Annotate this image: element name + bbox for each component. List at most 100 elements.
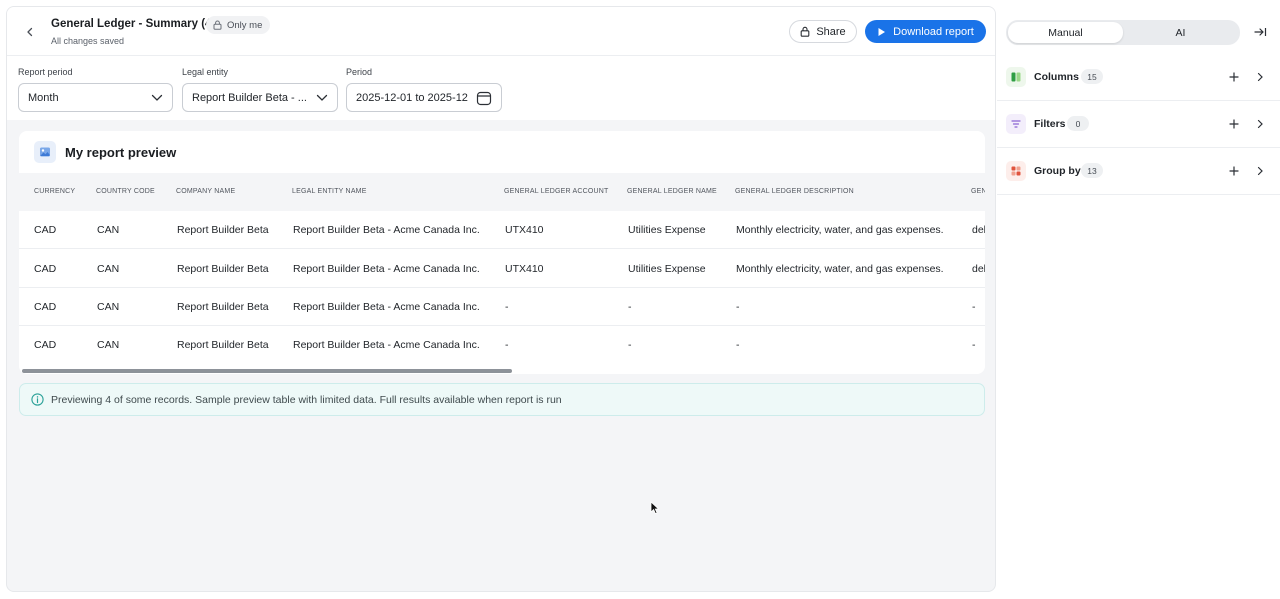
lock-icon xyxy=(213,20,222,30)
preview-table: CURRENCY COUNTRY CODE COMPANY NAME LEGAL… xyxy=(19,173,985,373)
table-cell: del xyxy=(972,263,985,275)
table-cell: UTX410 xyxy=(505,224,544,236)
table-cell: Report Builder Beta xyxy=(177,301,269,313)
table-row[interactable]: CAD CAN Report Builder Beta Report Build… xyxy=(19,250,985,288)
table-cell: Report Builder Beta - Acme Canada Inc. xyxy=(293,301,480,313)
column-header[interactable]: GENERAL LEDGER NAME xyxy=(627,173,717,211)
column-header[interactable]: COMPANY NAME xyxy=(176,173,235,211)
group-by-section[interactable]: Group by 13 xyxy=(997,148,1280,195)
column-header[interactable]: COUNTRY CODE xyxy=(96,173,155,211)
period-date-range-input[interactable]: 2025-12-01 to 2025-12- xyxy=(346,83,502,112)
table-cell: Report Builder Beta xyxy=(177,339,269,351)
preview-info-banner: Previewing 4 of some records. Sample pre… xyxy=(19,383,985,416)
filters-count-badge: 0 xyxy=(1067,116,1089,131)
chevron-left-icon xyxy=(27,27,33,37)
chevron-right-icon[interactable] xyxy=(1254,164,1266,178)
add-filter-icon[interactable] xyxy=(1227,117,1241,131)
table-cell: - xyxy=(972,301,976,313)
mouse-cursor-icon xyxy=(650,501,660,515)
table-row[interactable]: CAD CAN Report Builder Beta Report Build… xyxy=(19,288,985,326)
columns-section[interactable]: Columns 15 xyxy=(997,54,1280,101)
table-cell: Report Builder Beta - Acme Canada Inc. xyxy=(293,263,480,275)
mode-ai-tab[interactable]: AI xyxy=(1123,22,1238,43)
table-cell: Utilities Expense xyxy=(628,263,706,275)
privacy-label: Only me xyxy=(227,19,263,31)
back-button[interactable] xyxy=(19,21,41,43)
report-period-label: Report period xyxy=(18,67,73,77)
table-cell: CAD xyxy=(34,263,57,275)
chevron-right-icon[interactable] xyxy=(1254,117,1266,131)
table-cell: CAN xyxy=(97,301,120,313)
table-cell: - xyxy=(505,301,509,313)
table-row[interactable]: CAD CAN Report Builder Beta Report Build… xyxy=(19,211,985,249)
table-cell: - xyxy=(628,339,632,351)
preview-info-text: Previewing 4 of some records. Sample pre… xyxy=(51,393,562,406)
table-cell: UTX410 xyxy=(505,263,544,275)
group-by-count-badge: 13 xyxy=(1081,163,1103,178)
share-button[interactable]: Share xyxy=(789,20,857,43)
column-header[interactable]: GEN xyxy=(971,173,985,211)
report-period-field: Report period Month xyxy=(18,67,173,112)
column-header[interactable]: LEGAL ENTITY NAME xyxy=(292,173,367,211)
preview-icon xyxy=(34,141,56,163)
table-cell: Monthly electricity, water, and gas expe… xyxy=(736,263,944,275)
table-cell: CAD xyxy=(34,301,57,313)
chevron-right-icon[interactable] xyxy=(1254,70,1266,84)
table-row[interactable]: CAD CAN Report Builder Beta Report Build… xyxy=(19,326,985,364)
share-label: Share xyxy=(816,25,846,38)
report-editor: General Ledger - Summary (4) Only me All… xyxy=(6,6,996,592)
filter-icon xyxy=(1006,114,1026,134)
privacy-badge[interactable]: Only me xyxy=(206,16,271,34)
mode-toggle: Manual AI xyxy=(1006,20,1240,45)
filter-bar: Report period Month Legal entity Report … xyxy=(7,56,995,120)
table-cell: CAN xyxy=(97,224,120,236)
chevron-down-icon xyxy=(151,94,163,101)
table-cell: CAN xyxy=(97,339,120,351)
period-value: 2025-12-01 to 2025-12- xyxy=(356,91,468,104)
legal-entity-value: Report Builder Beta - ... xyxy=(192,91,307,104)
table-cell: - xyxy=(736,339,740,351)
filters-section[interactable]: Filters 0 xyxy=(997,101,1280,148)
horizontal-scrollbar[interactable] xyxy=(19,369,985,373)
columns-label: Columns xyxy=(1034,71,1079,83)
info-icon xyxy=(31,393,44,406)
column-header[interactable]: GENERAL LEDGER ACCOUNT xyxy=(504,173,609,211)
add-column-icon[interactable] xyxy=(1227,70,1241,84)
period-field: Period 2025-12-01 to 2025-12- xyxy=(346,67,502,112)
report-preview-card: My report preview CURRENCY COUNTRY CODE … xyxy=(19,131,985,374)
group-by-icon xyxy=(1006,161,1026,181)
table-cell: - xyxy=(628,301,632,313)
collapse-panel-icon[interactable] xyxy=(1252,24,1268,40)
mode-manual-tab[interactable]: Manual xyxy=(1008,22,1123,43)
preview-header: My report preview xyxy=(19,131,985,173)
table-header-row: CURRENCY COUNTRY CODE COMPANY NAME LEGAL… xyxy=(19,173,985,211)
download-report-button[interactable]: Download report xyxy=(865,20,986,43)
report-config-panel: Manual AI Columns 15 Filters 0 Group by … xyxy=(997,0,1280,599)
lock-icon xyxy=(800,26,810,37)
report-period-select[interactable]: Month xyxy=(18,83,173,112)
group-by-label: Group by xyxy=(1034,165,1081,177)
table-cell: CAD xyxy=(34,224,57,236)
table-cell: Report Builder Beta xyxy=(177,263,269,275)
filters-label: Filters xyxy=(1034,118,1066,130)
table-cell: Report Builder Beta - Acme Canada Inc. xyxy=(293,339,480,351)
preview-title: My report preview xyxy=(65,145,177,160)
save-status: All changes saved xyxy=(51,36,125,46)
table-cell: Utilities Expense xyxy=(628,224,706,236)
scrollbar-thumb[interactable] xyxy=(22,369,512,373)
columns-count-badge: 15 xyxy=(1081,69,1103,84)
legal-entity-select[interactable]: Report Builder Beta - ... xyxy=(182,83,338,112)
legal-entity-label: Legal entity xyxy=(182,67,229,77)
columns-icon xyxy=(1006,67,1026,87)
table-cell: - xyxy=(736,301,740,313)
add-group-by-icon[interactable] xyxy=(1227,164,1241,178)
legal-entity-field: Legal entity Report Builder Beta - ... xyxy=(182,67,338,112)
table-cell: Monthly electricity, water, and gas expe… xyxy=(736,224,944,236)
period-label: Period xyxy=(346,67,373,77)
image-icon xyxy=(40,147,50,157)
table-cell: CAN xyxy=(97,263,120,275)
column-header[interactable]: CURRENCY xyxy=(34,173,75,211)
play-icon xyxy=(878,27,886,36)
calendar-icon[interactable] xyxy=(476,90,492,106)
column-header[interactable]: GENERAL LEDGER DESCRIPTION xyxy=(735,173,854,211)
